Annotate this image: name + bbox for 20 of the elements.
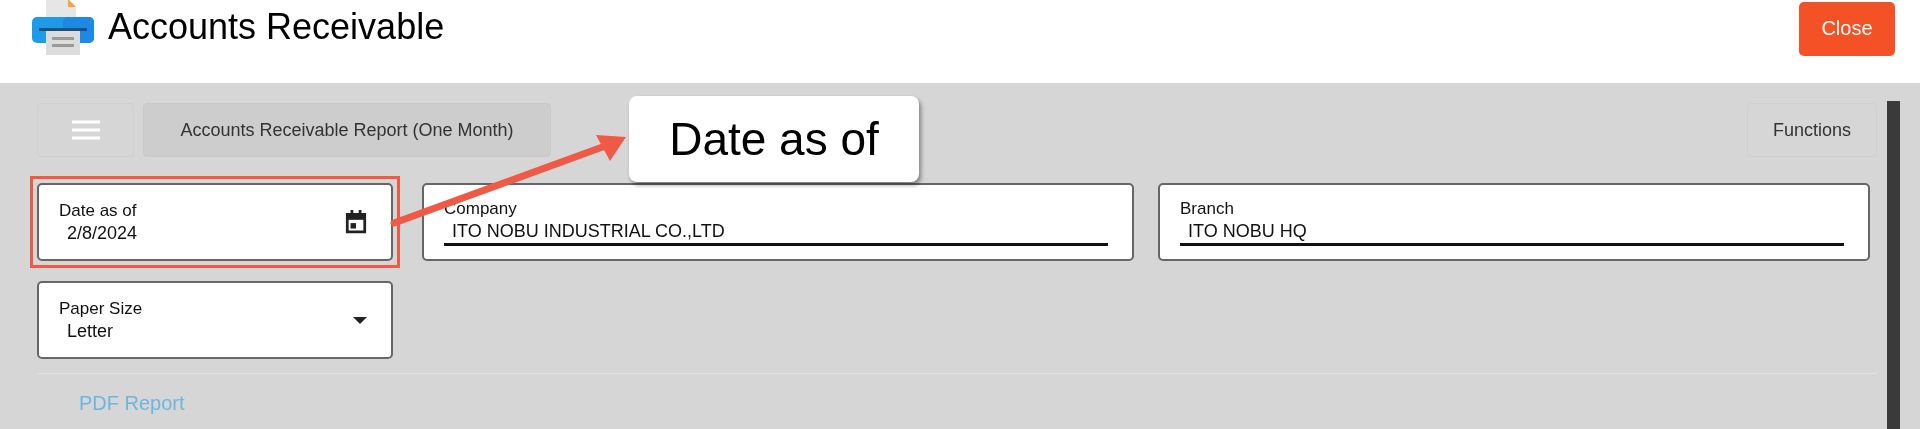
- field-label: Date as of: [59, 200, 138, 221]
- callout: Date as of: [629, 96, 919, 182]
- menu-button[interactable]: [37, 103, 134, 157]
- scrollbar[interactable]: [1887, 101, 1900, 429]
- field-value: Letter: [66, 320, 114, 342]
- functions-button[interactable]: Functions: [1747, 103, 1877, 157]
- window-title: Accounts Receivable: [108, 5, 445, 48]
- field-value: ITO NOBU HQ: [1180, 220, 1844, 246]
- dropdown[interactable]: Paper Size Letter: [37, 281, 393, 359]
- field-label: Branch: [1180, 198, 1235, 219]
- field-label: Paper Size: [59, 298, 144, 319]
- caret-icon: [353, 316, 367, 324]
- field-value: ITO NOBU INDUSTRIAL CO.,LTD: [444, 220, 1108, 246]
- calendar-icon: [345, 210, 367, 234]
- field-value: 2/8/2024: [66, 222, 138, 244]
- report-tab[interactable]: Accounts Receivable Report (One Month): [143, 103, 551, 157]
- menu-icon: [71, 120, 100, 140]
- date-field[interactable]: Date as of 2/8/2024: [37, 183, 393, 261]
- text-field[interactable]: Branch ITO NOBU HQ: [1158, 183, 1870, 261]
- printer-icon: [30, 0, 96, 57]
